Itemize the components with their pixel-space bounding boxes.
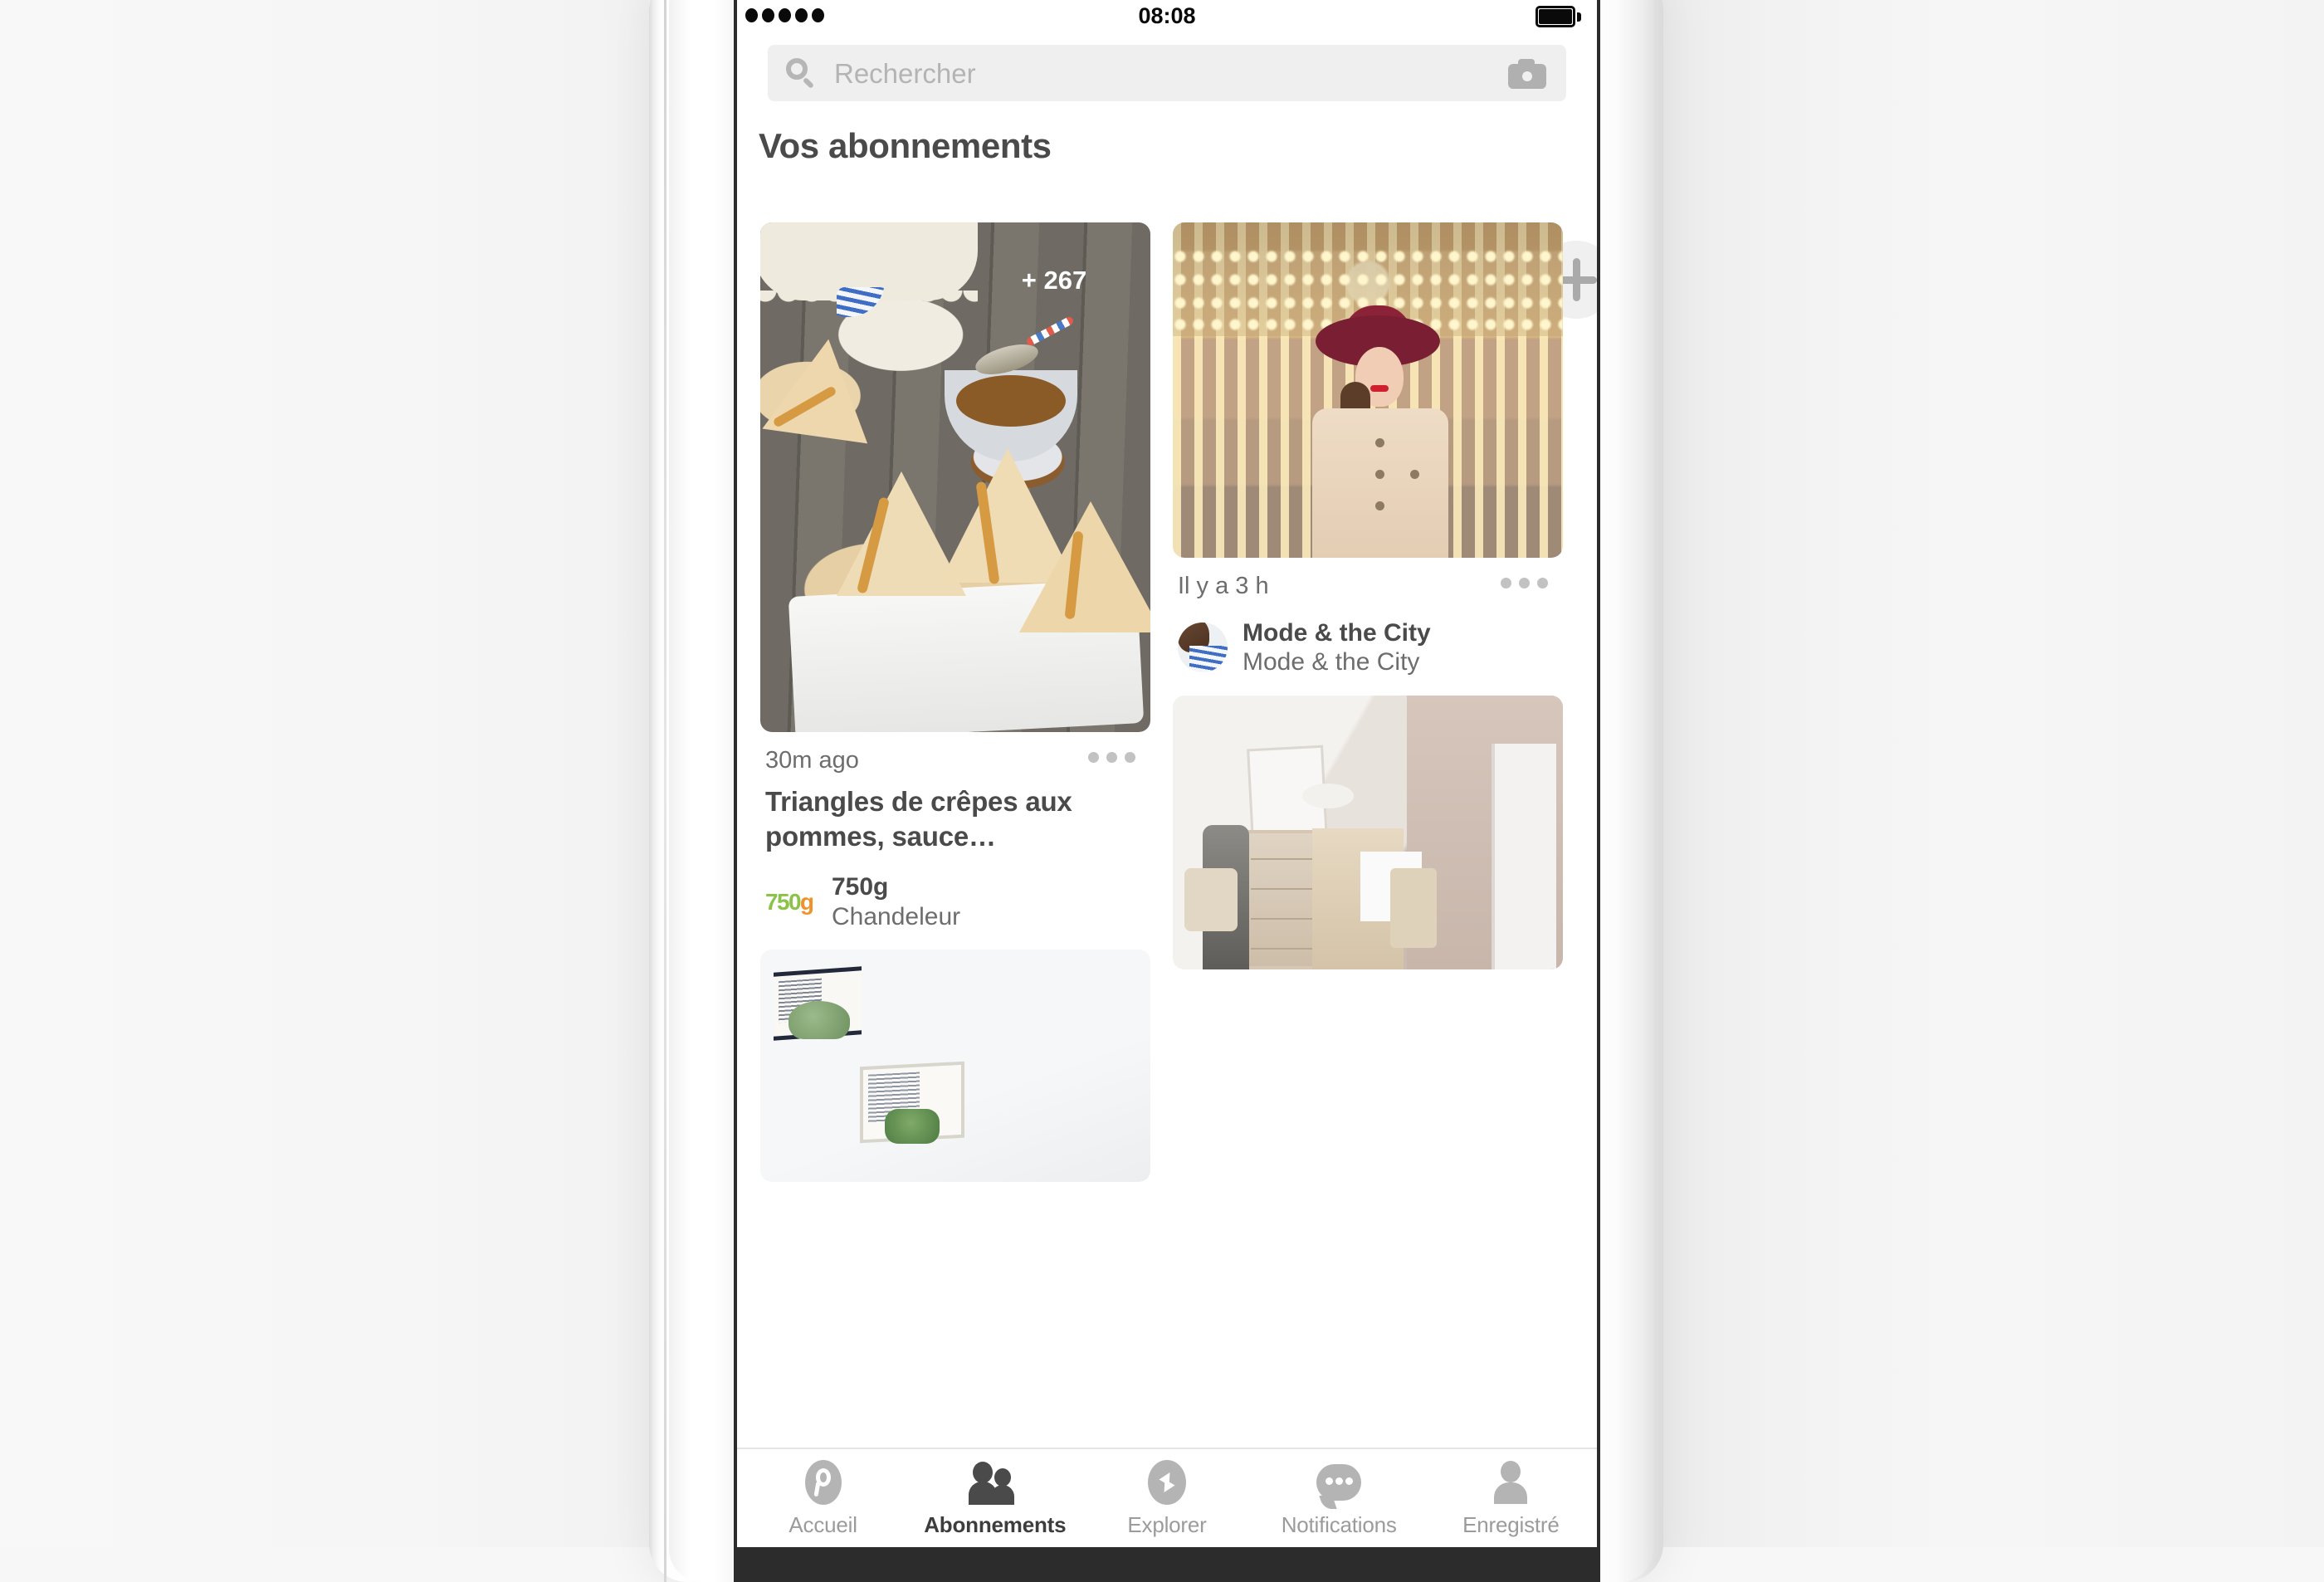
phone-screen: 08:08 Rechercher Vos abonnements + 267 3… xyxy=(737,0,1597,1547)
hall-door xyxy=(1492,743,1556,969)
source-logo-750g: 750g xyxy=(765,888,817,916)
spoon-handle xyxy=(1025,315,1075,347)
screenshot-root: 08:08 Rechercher Vos abonnements + 267 3… xyxy=(0,0,2324,1582)
coat-button xyxy=(1375,438,1384,447)
tab-label-notifications: Notifications xyxy=(1281,1512,1397,1537)
background-right xyxy=(1656,0,2324,1547)
feed-column-left: 30m ago Triangles de crêpes aux pommes, … xyxy=(760,222,1150,1200)
source-name: Mode & the City xyxy=(1243,619,1431,647)
feed-column-right: Il y a 3 h Mode & the City Mode & the Ci… xyxy=(1173,222,1563,988)
crepe-triangle xyxy=(1019,501,1150,632)
source-avatar xyxy=(1178,623,1228,673)
pin-source[interactable]: 750g 750g Chandeleur xyxy=(765,872,1149,931)
shoe-shelf xyxy=(1246,829,1317,969)
tab-label-explorer: Explorer xyxy=(1127,1512,1207,1537)
pin-card-carousel-fashion[interactable]: Il y a 3 h Mode & the City Mode & the Ci… xyxy=(1173,222,1563,677)
source-text: 750g Chandeleur xyxy=(832,872,960,931)
source-text: Mode & the City Mode & the City xyxy=(1243,618,1431,677)
pin-image-carousel-fashion[interactable] xyxy=(1173,222,1563,558)
coat-button xyxy=(1375,501,1384,510)
pin-card-entryway[interactable] xyxy=(1173,695,1563,969)
white-hat xyxy=(1302,783,1354,808)
tab-abonnements[interactable]: Abonnements xyxy=(909,1449,1081,1547)
pin-card-crepes[interactable]: 30m ago Triangles de crêpes aux pommes, … xyxy=(760,222,1150,931)
coat-button xyxy=(1410,470,1419,479)
carousel-lights-row xyxy=(1173,274,1563,286)
source-logo-main: 750 xyxy=(765,888,802,915)
source-name: 750g xyxy=(832,873,889,901)
pinterest-icon xyxy=(737,1459,909,1506)
board-name: Mode & the City xyxy=(1243,648,1420,676)
board-name: Chandeleur xyxy=(832,902,961,930)
tab-label-enregistre: Enregistré xyxy=(1462,1512,1560,1537)
pin-title: Triangles de crêpes aux pommes, sauce… xyxy=(765,786,1072,852)
tab-label-abonnements: Abonnements xyxy=(924,1512,1067,1537)
background-left xyxy=(0,0,649,1547)
bottom-tab-bar[interactable]: Accueil Abonnements Explorer Notificatio… xyxy=(737,1448,1597,1547)
person-icon xyxy=(1425,1459,1597,1506)
pin-feed: 30m ago Triangles de crêpes aux pommes, … xyxy=(737,0,1597,1547)
phone-edge-left xyxy=(664,0,666,1582)
tab-explorer[interactable]: Explorer xyxy=(1081,1449,1252,1547)
pin-card-book-shelves[interactable] xyxy=(760,950,1150,1183)
model-figure xyxy=(1279,305,1468,558)
pin-image-entryway[interactable] xyxy=(1173,695,1563,969)
people-icon xyxy=(909,1459,1081,1506)
model-lips xyxy=(1370,385,1389,392)
pin-meta-crepes: 30m ago Triangles de crêpes aux pommes, … xyxy=(760,732,1150,931)
tab-notifications[interactable]: Notifications xyxy=(1253,1449,1425,1547)
tab-label-accueil: Accueil xyxy=(788,1512,857,1537)
compass-icon xyxy=(1081,1459,1252,1506)
tote-bag xyxy=(1390,867,1437,948)
source-logo-suffix: g xyxy=(799,888,814,915)
carousel-lights-row xyxy=(1173,251,1563,262)
coat-button xyxy=(1375,470,1384,479)
more-options-icon[interactable] xyxy=(1088,752,1135,763)
model-trench-coat xyxy=(1312,408,1448,558)
succulent-plant xyxy=(788,1001,850,1040)
tab-enregistre[interactable]: Enregistré xyxy=(1425,1449,1597,1547)
pin-image-book-shelves[interactable] xyxy=(760,950,1150,1183)
leather-bag xyxy=(1184,867,1238,931)
chat-bubble-icon xyxy=(1253,1459,1425,1506)
pin-meta-fashion: Il y a 3 h Mode & the City Mode & the Ci… xyxy=(1173,558,1563,677)
crepe-triangle xyxy=(762,331,881,444)
tab-accueil[interactable]: Accueil xyxy=(737,1449,909,1547)
pin-source[interactable]: Mode & the City Mode & the City xyxy=(1178,618,1561,677)
pin-image-crepes[interactable] xyxy=(760,222,1150,732)
more-options-icon[interactable] xyxy=(1501,578,1548,588)
avatar-more-count-label: + 267 xyxy=(1021,266,1087,295)
moss-plant xyxy=(885,1109,940,1145)
